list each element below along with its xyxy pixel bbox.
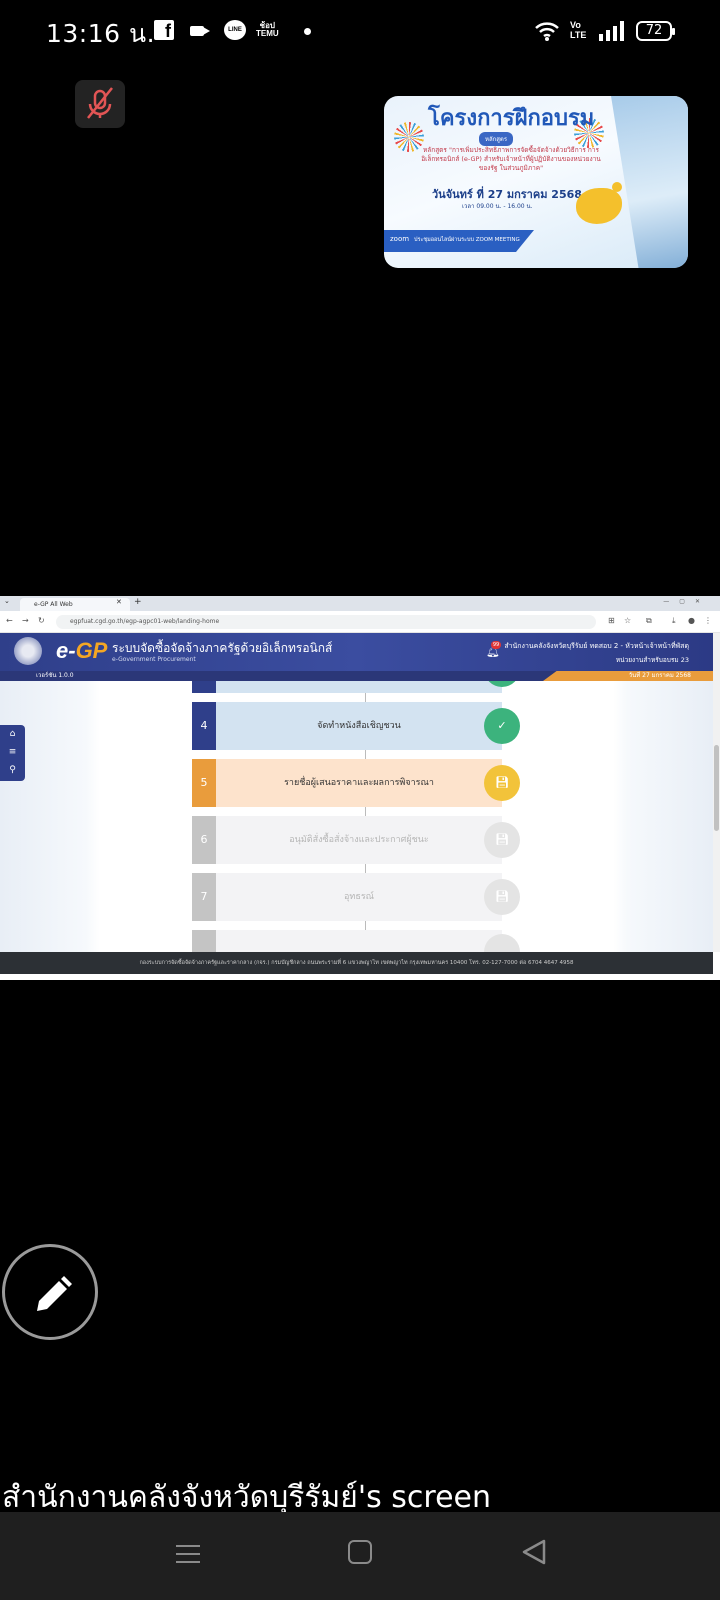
egp-subtitle: e-Government Procurement [112,656,196,663]
download-icon[interactable]: ⤓ [672,616,676,626]
version-label: เวอร์ชัน 1.0.0 [36,672,74,679]
url-input[interactable]: egpfuat.cgd.go.th/egp-agpc01-web/landing… [56,615,596,629]
step-label: อุทธรณ์ [216,873,502,921]
user-office[interactable]: สำนักงานคลังจังหวัดบุรีรัมย์ ทดสอบ 2 - ห… [504,641,689,652]
meeting-text: ประชุมออนไลน์ผ่านระบบ ZOOM MEETING [414,237,520,243]
reload-icon[interactable]: ↻ [38,616,45,625]
wifi-icon [534,20,560,46]
step-label: จัดทำหนังสือเชิญชวน [216,702,502,750]
step-item[interactable]: 5 รายชื่อผู้เสนอราคาและผลการพิจารณา 💾︎ [192,759,520,807]
pencil-icon [37,1276,72,1311]
save-icon: 💾︎ [484,822,520,858]
save-icon[interactable]: 💾︎ [484,765,520,801]
window-controls[interactable]: —▢✕ [663,598,710,605]
browser-tab[interactable]: e-GP All Web [20,598,130,611]
back-nav-icon[interactable] [520,1538,548,1570]
video-call-icon [190,26,210,36]
new-tab-icon[interactable]: + [134,597,142,607]
annotate-button[interactable] [2,1244,98,1340]
egp-logo[interactable]: e-GP [56,638,107,664]
paint-drop-graphic [612,182,622,192]
step-item[interactable]: 6 อนุมัติสั่งซื้อสั่งจ้างและประกาศผู้ชนะ… [192,816,520,864]
star-icon[interactable]: ☆ [624,616,631,625]
step-label: อนุมัติสั่งซื้อสั่งจ้างและประกาศผู้ชนะ [216,816,502,864]
system-navigation-bar [0,1512,720,1600]
profile-icon[interactable]: ● [688,616,695,625]
menu-icon[interactable]: ⋮ [704,616,712,625]
page-scrollbar[interactable] [713,633,720,952]
procurement-steps-panel: ⌂ ≡ ⚲ ✓ 4 จัดทำหนังสือเชิญชวน ✓ 5 รายชื่… [0,681,713,952]
close-tab-icon[interactable]: ✕ [116,598,122,606]
participant-video-thumbnail[interactable]: โครงการฝึกอบรม หลักสูตร หลักสูตร "การเพิ… [384,96,688,268]
home-icon[interactable]: ⌂ [0,725,25,743]
step-item[interactable]: 4 จัดทำหนังสือเชิญชวน ✓ [192,702,520,750]
shared-screen[interactable]: ⌄ e-GP All Web ✕ + —▢✕ ← → ↻ egpfuat.cgd… [0,596,720,980]
training-time: เวลา 09.00 น. - 16.00 น. [462,203,533,210]
tab-list-icon[interactable]: ⌄ [4,597,10,605]
zoom-logo: zoom [390,235,410,243]
step-3-partial[interactable]: ✓ [192,681,520,693]
status-bar: 13:16 น. f LINE ช้อป TEMU Vo LTE 72 [0,0,720,64]
step-number: 5 [192,759,216,807]
search-icon[interactable]: ⚲ [0,761,25,779]
clock: 13:16 น. [46,19,156,48]
home-nav-icon[interactable] [348,1540,372,1564]
back-icon[interactable]: ← [6,616,13,625]
temu-icon: ช้อป TEMU [256,21,279,38]
paint-splash-graphic [576,188,622,224]
browser-tab-strip: ⌄ e-GP All Web ✕ + —▢✕ [0,596,720,611]
extensions-icon[interactable]: ⧉ [646,616,652,626]
line-icon: LINE [224,20,246,40]
hamburger-icon[interactable]: ≡ [0,743,25,761]
government-seal-logo [14,637,42,665]
forward-icon[interactable]: → [22,616,29,625]
scroll-thumb[interactable] [714,745,719,831]
check-icon: ✓ [484,708,520,744]
notification-badge: 99 [491,641,501,649]
battery-icon: 72 [636,21,675,41]
facebook-icon: f [154,20,174,41]
zoom-meeting-screen: 13:16 น. f LINE ช้อป TEMU Vo LTE 72 โครงกา… [0,0,720,1600]
course-text: หลักสูตร "การเพิ่มประสิทธิภาพการจัดซื้อจ… [421,146,601,172]
egp-header: e-GP ระบบจัดซื้อจัดจ้างภาครัฐด้วยอิเล็กท… [0,633,713,671]
step-number: 7 [192,873,216,921]
step-number: 6 [192,816,216,864]
course-pill: หลักสูตร [479,132,514,146]
volte-icon: Vo LTE [570,20,587,40]
version-bar: เวอร์ชัน 1.0.0 วันที่ 27 มกราคม 2568 [0,671,713,681]
translate-icon[interactable]: ⊞ [608,616,615,625]
step-number: 4 [192,702,216,750]
dot-icon [304,28,311,35]
step-label: รายชื่อผู้เสนอราคาและผลการพิจารณา [216,759,502,807]
recent-apps-icon[interactable] [176,1540,200,1564]
step-8-partial[interactable] [192,930,520,952]
mic-muted-icon [87,87,113,119]
training-title: โครงการฝึกอบรม [428,106,595,131]
date-banner: วันที่ 27 มกราคม 2568 [543,671,713,681]
step-item[interactable]: 7 อุทธรณ์ 💾︎ [192,873,520,921]
user-unit: หน่วยงานสำหรับอบรม 23 [615,656,689,664]
side-toolbar: ⌂ ≡ ⚲ [0,725,25,781]
mic-muted-button[interactable] [75,80,125,128]
egp-footer: กองระบบการจัดซื้อจัดจ้างภาครัฐและราคากลา… [0,952,713,974]
signal-icon [598,20,624,46]
address-bar-row: ← → ↻ egpfuat.cgd.go.th/egp-agpc01-web/l… [0,611,720,633]
save-icon: 💾︎ [484,879,520,915]
